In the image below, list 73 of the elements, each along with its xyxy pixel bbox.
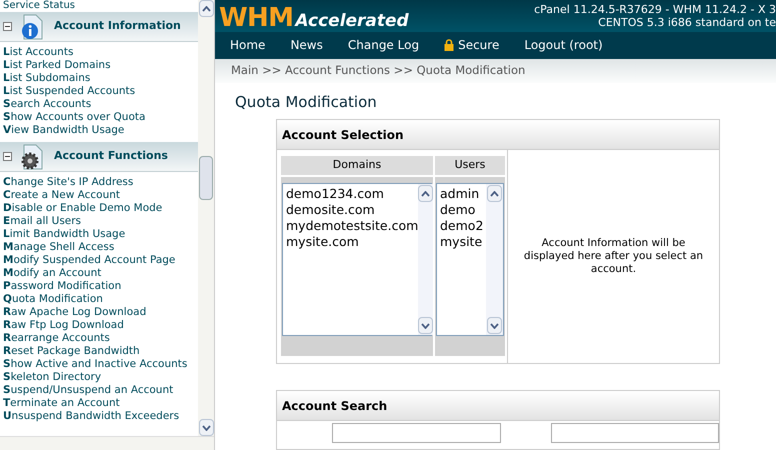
search-field[interactable] xyxy=(550,423,719,443)
info-document-icon xyxy=(20,14,44,40)
sidebar-link[interactable]: Show Active and Inactive Accounts xyxy=(3,358,198,371)
sidebar-link[interactable]: Raw Ftp Log Download xyxy=(3,319,198,332)
column-header: Domains xyxy=(281,156,433,177)
scrollbar-thumb[interactable] xyxy=(199,156,214,200)
scroll-down-icon[interactable] xyxy=(198,419,214,436)
sidebar-link[interactable]: Service Status xyxy=(0,0,198,11)
search-field[interactable] xyxy=(332,423,500,443)
list-option[interactable]: mysite.com xyxy=(286,234,418,250)
nav-link[interactable]: Secure xyxy=(444,36,500,54)
version-text: cPanel 11.24.5-R37629 - WHM 11.24.2 - X 3 xyxy=(534,3,776,16)
nav-link[interactable]: Home xyxy=(230,36,266,54)
panel-title: Account Selection xyxy=(282,126,404,144)
vertical-scrollbar[interactable] xyxy=(198,0,214,436)
logo-subtext: Accelerated xyxy=(295,10,409,32)
sidebar-link[interactable]: Modify Suspended Account Page xyxy=(3,254,198,267)
scroll-up-icon[interactable] xyxy=(487,185,502,202)
sidebar-link[interactable]: Terminate an Account xyxy=(3,397,198,410)
breadcrumb[interactable]: Main >> Account Functions >> Quota Modification xyxy=(231,62,526,80)
sidebar-link[interactable]: Show Accounts over Quota xyxy=(3,111,198,124)
users-listbox[interactable]: admin demo demo2 mysite xyxy=(436,183,504,336)
nav-link[interactable]: Logout (root) xyxy=(524,36,603,54)
horizontal-scrollbar[interactable] xyxy=(0,436,214,450)
sidebar-link[interactable]: List Suspended Accounts xyxy=(3,85,198,98)
sidebar-link[interactable]: Create a New Account xyxy=(3,189,198,202)
sidebar-link[interactable]: List Parked Domains xyxy=(3,59,198,72)
section-title: Account Information xyxy=(54,18,181,34)
sidebar-link[interactable]: Email all Users xyxy=(3,215,198,228)
list-option[interactable]: admin xyxy=(440,186,486,202)
section-title: Account Functions xyxy=(54,148,168,164)
server-text: CENTOS 5.3 i686 standard on te xyxy=(598,16,776,29)
list-option[interactable]: demo2 xyxy=(440,218,486,234)
sidebar-link[interactable]: View Bandwidth Usage xyxy=(3,124,198,137)
sidebar-link[interactable]: Password Modification xyxy=(3,280,198,293)
sidebar-link[interactable]: Unsuspend Bandwidth Exceeders xyxy=(3,410,198,423)
sidebar-link[interactable]: Change Site's IP Address xyxy=(3,176,198,189)
sidebar-link[interactable]: Raw Apache Log Download xyxy=(3,306,198,319)
logo-text: WHM xyxy=(219,4,294,32)
collapse-icon[interactable] xyxy=(3,22,12,31)
sidebar-link[interactable]: Skeleton Directory xyxy=(3,371,198,384)
section-header[interactable]: Account Functions xyxy=(0,142,198,172)
panel-title: Account Search xyxy=(282,398,388,414)
lock-icon xyxy=(444,39,454,52)
section-header[interactable]: Account Information xyxy=(0,12,198,42)
list-option[interactable]: demo1234.com xyxy=(286,186,418,202)
sidebar-link[interactable]: Rearrange Accounts xyxy=(3,332,198,345)
page-title: Quota Modification xyxy=(234,92,378,112)
scroll-down-icon[interactable] xyxy=(487,317,502,334)
domains-listbox[interactable]: demo1234.com demosite.com mydemotestsite.com mysite.com xyxy=(282,183,432,336)
sidebar-link[interactable]: Reset Package Bandwidth xyxy=(3,345,198,358)
column-header: Users xyxy=(435,156,505,177)
sidebar-link[interactable]: List Accounts xyxy=(3,46,198,59)
sidebar-link[interactable]: Quota Modification xyxy=(3,293,198,306)
list-option[interactable]: mydemotestsite.com xyxy=(286,218,418,234)
list-option[interactable]: demosite.com xyxy=(286,202,418,218)
sidebar-link[interactable]: List Subdomains xyxy=(3,72,198,85)
nav-link[interactable]: News xyxy=(290,36,323,54)
scroll-down-icon[interactable] xyxy=(418,317,434,334)
scroll-up-icon[interactable] xyxy=(198,0,214,17)
sidebar-link[interactable]: Search Accounts xyxy=(3,98,198,111)
sidebar-link[interactable]: Suspend/Unsuspend an Account xyxy=(3,384,198,397)
nav-link[interactable]: Change Log xyxy=(348,36,420,54)
list-option[interactable]: mysite xyxy=(440,234,486,250)
sidebar-link[interactable]: Manage Shell Access xyxy=(3,241,198,254)
sidebar-link[interactable]: Disable or Enable Demo Mode xyxy=(3,202,198,215)
list-option[interactable]: demo xyxy=(440,202,486,218)
sidebar-link[interactable]: Modify an Account xyxy=(3,267,198,280)
info-message: Account Information will be displayed here after you select an account. xyxy=(522,237,704,276)
collapse-icon[interactable] xyxy=(3,152,12,161)
scroll-up-icon[interactable] xyxy=(418,185,434,202)
gear-document-icon xyxy=(20,144,44,170)
sidebar-link[interactable]: Limit Bandwidth Usage xyxy=(3,228,198,241)
